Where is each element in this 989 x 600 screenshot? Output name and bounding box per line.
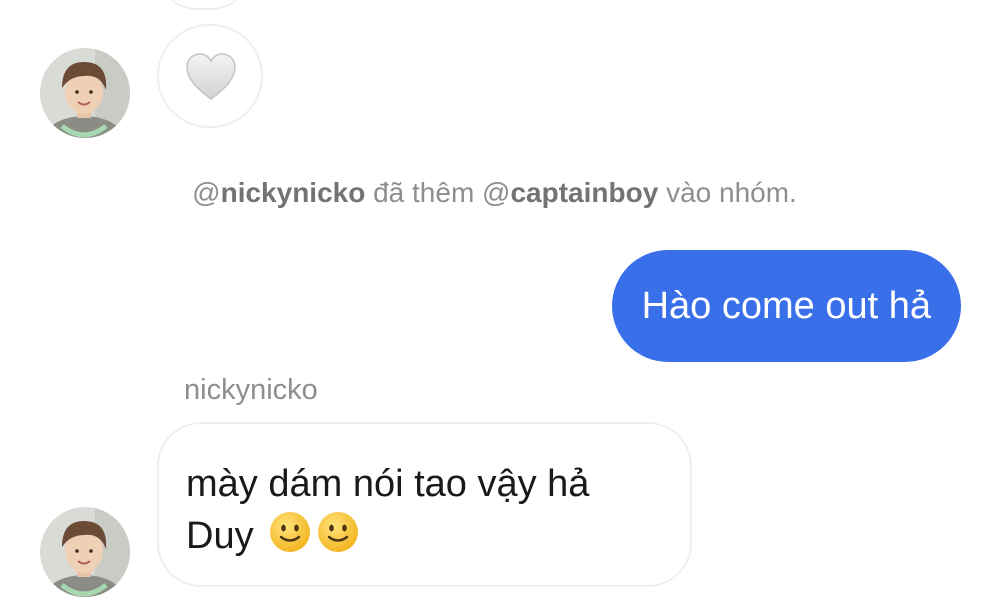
sent-message-bubble[interactable]: Hào come out hả bbox=[611, 250, 961, 362]
sender-avatar[interactable] bbox=[40, 48, 130, 138]
group-system-note: @nickynicko đã thêm @captainboy vào nhóm… bbox=[0, 177, 989, 209]
system-note-actor[interactable]: nickynicko bbox=[221, 177, 366, 208]
received-message-line-2-row: Duy bbox=[186, 510, 664, 568]
slightly-smiling-face-icon bbox=[268, 510, 312, 568]
sender-username: nickynicko bbox=[184, 374, 318, 406]
received-message-line-2: Duy bbox=[186, 515, 254, 557]
white-heart-icon bbox=[186, 53, 236, 100]
system-note-suffix: vào nhóm. bbox=[658, 177, 797, 208]
sender-avatar[interactable] bbox=[40, 507, 130, 597]
received-message-line-1: mày dám nói tao vậy hả bbox=[186, 463, 590, 505]
system-note-middle: đã thêm @ bbox=[365, 177, 511, 208]
slightly-smiling-face-icon bbox=[316, 510, 360, 568]
avatar-photo bbox=[40, 48, 130, 138]
received-message-bubble[interactable]: mày dám nói tao vậy hả Duy bbox=[157, 422, 692, 587]
system-note-prefix: @ bbox=[192, 177, 221, 208]
system-note-target[interactable]: captainboy bbox=[510, 177, 658, 208]
avatar-photo bbox=[40, 507, 130, 597]
heart-message-bubble[interactable] bbox=[157, 24, 263, 128]
previous-message-bubble[interactable] bbox=[157, 0, 251, 10]
